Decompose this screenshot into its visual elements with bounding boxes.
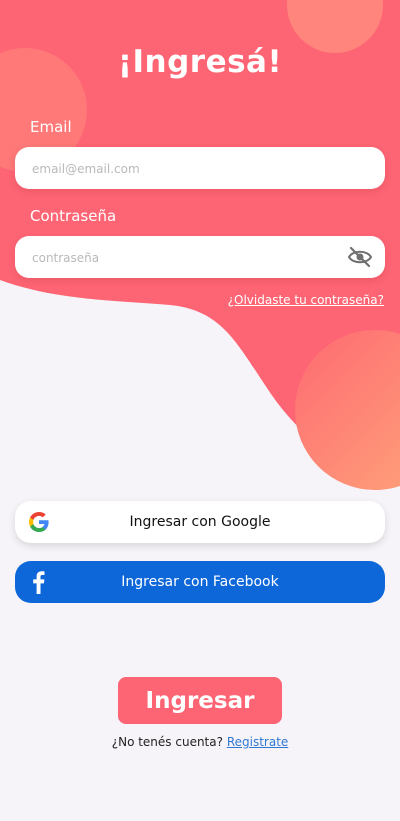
facebook-login-button[interactable]: Ingresar con Facebook [15,561,385,603]
email-field-container[interactable] [15,147,385,191]
google-login-button[interactable]: Ingresar con Google [15,501,385,543]
forgot-password-link[interactable]: ¿Olvidaste tu contraseña? [228,293,384,307]
password-label: Contraseña [30,207,117,225]
page-title: ¡Ingresá! [117,44,283,80]
register-prompt-text: ¿No tenés cuenta? [111,735,223,749]
email-label: Email [30,118,72,136]
email-field[interactable] [30,147,334,191]
google-icon [29,512,49,532]
register-link[interactable]: Registrate [227,735,288,749]
login-button[interactable]: Ingresar [118,677,282,724]
facebook-icon [33,571,45,594]
eye-off-icon[interactable] [347,245,373,269]
password-field-container[interactable] [15,236,385,280]
google-button-label: Ingresar con Google [129,514,271,530]
password-field[interactable] [30,236,334,280]
register-prompt: ¿No tenés cuenta? Registrate [0,735,400,749]
facebook-button-label: Ingresar con Facebook [121,574,279,590]
